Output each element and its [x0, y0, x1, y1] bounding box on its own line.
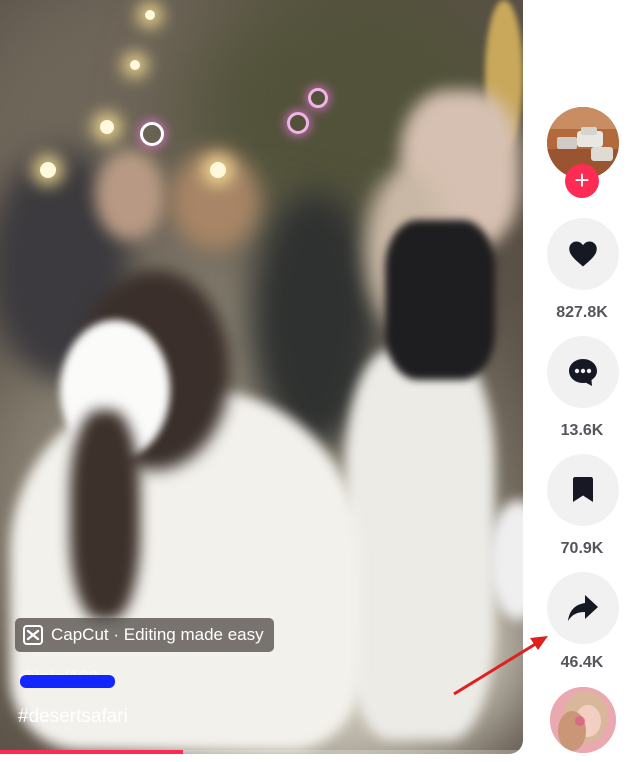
- like-button[interactable]: [547, 218, 619, 290]
- comment-button[interactable]: [547, 336, 619, 408]
- comment-icon: [569, 359, 597, 386]
- like-count: 827.8K: [556, 304, 608, 321]
- progress-fill: [0, 750, 184, 754]
- heart-icon: [569, 241, 597, 267]
- save-button[interactable]: [547, 454, 619, 526]
- capcut-icon: [23, 625, 43, 645]
- progress-bar[interactable]: [0, 750, 523, 754]
- annotation-arrow: [453, 636, 548, 696]
- bookmark-icon: [573, 477, 593, 502]
- follow-button[interactable]: +: [565, 164, 599, 198]
- comment-count: 13.6K: [560, 422, 604, 439]
- plus-icon: +: [574, 165, 590, 195]
- capcut-effect-tag[interactable]: CapCut · Editing made easy: [15, 618, 274, 652]
- hashtag-link[interactable]: #desertsafari: [18, 706, 128, 728]
- save-count: 70.9K: [560, 540, 604, 557]
- share-icon: [568, 595, 598, 621]
- redaction-mark: [20, 675, 115, 688]
- video-player[interactable]: CapCut · Editing made easy @ipipi123 #de…: [0, 0, 523, 754]
- capcut-label: CapCut · Editing made easy: [51, 625, 264, 644]
